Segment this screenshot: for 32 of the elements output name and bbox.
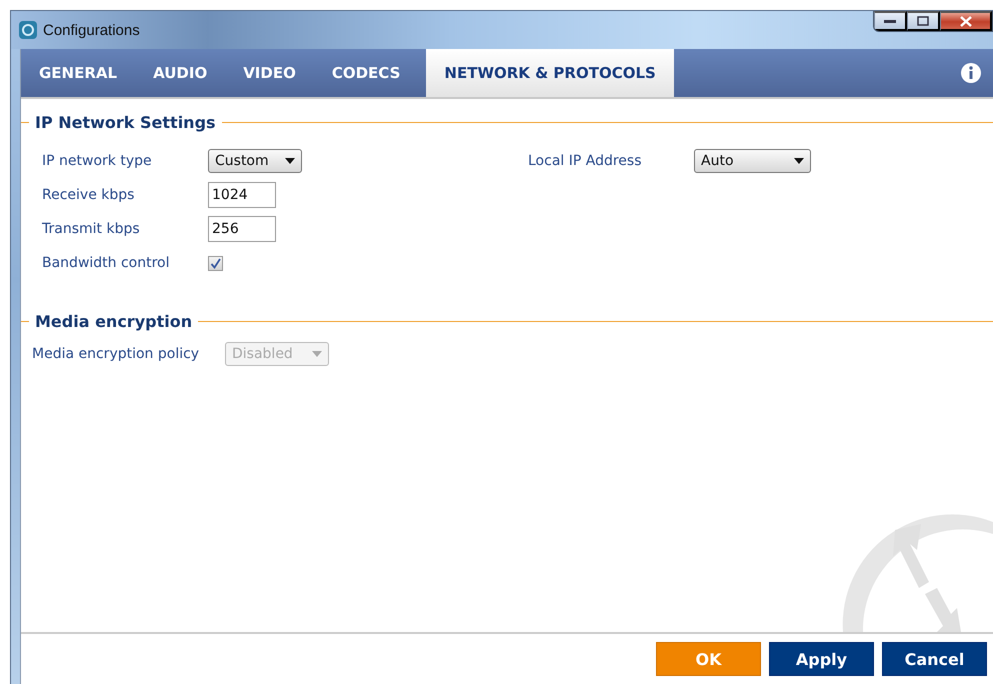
section-title: Media encryption bbox=[35, 312, 192, 331]
checkbox[interactable] bbox=[208, 256, 223, 270]
caret-icon bbox=[285, 158, 295, 164]
maximize-icon bbox=[917, 16, 929, 26]
window-title: Configurations bbox=[43, 22, 140, 38]
dropdown[interactable]: Auto bbox=[694, 149, 811, 173]
tab[interactable]: GENERAL bbox=[21, 49, 136, 97]
input-field[interactable]: 256 bbox=[208, 216, 276, 242]
dialog-button[interactable]: Apply bbox=[769, 642, 874, 676]
minimize-button[interactable] bbox=[874, 11, 907, 31]
tab[interactable]: CODECS bbox=[314, 49, 418, 97]
section-title: IP Network Settings bbox=[35, 113, 216, 132]
tab[interactable]: NETWORK & PROTOCOLS bbox=[426, 49, 674, 97]
close-icon bbox=[960, 16, 972, 26]
tab[interactable]: VIDEO bbox=[225, 49, 314, 97]
field-label: IP network type bbox=[42, 153, 153, 169]
field-label: Bandwidth control bbox=[42, 255, 171, 271]
caret-icon bbox=[312, 351, 322, 357]
minimize-icon bbox=[884, 18, 896, 24]
dialog-button[interactable]: Cancel bbox=[882, 642, 987, 676]
field-label: Local IP Address bbox=[528, 153, 643, 169]
tab[interactable]: AUDIO bbox=[135, 49, 226, 97]
close-button[interactable] bbox=[940, 11, 992, 31]
caret-icon bbox=[794, 158, 804, 164]
field-label: Media encryption policy bbox=[32, 346, 200, 362]
dropdown[interactable]: Custom bbox=[208, 149, 302, 173]
field-label: Transmit kbps bbox=[42, 221, 141, 237]
app-icon bbox=[19, 21, 37, 39]
input-field[interactable]: 1024 bbox=[208, 182, 276, 208]
info-icon[interactable] bbox=[961, 63, 981, 83]
field-label: Receive kbps bbox=[42, 187, 136, 203]
maximize-button[interactable] bbox=[907, 11, 940, 31]
